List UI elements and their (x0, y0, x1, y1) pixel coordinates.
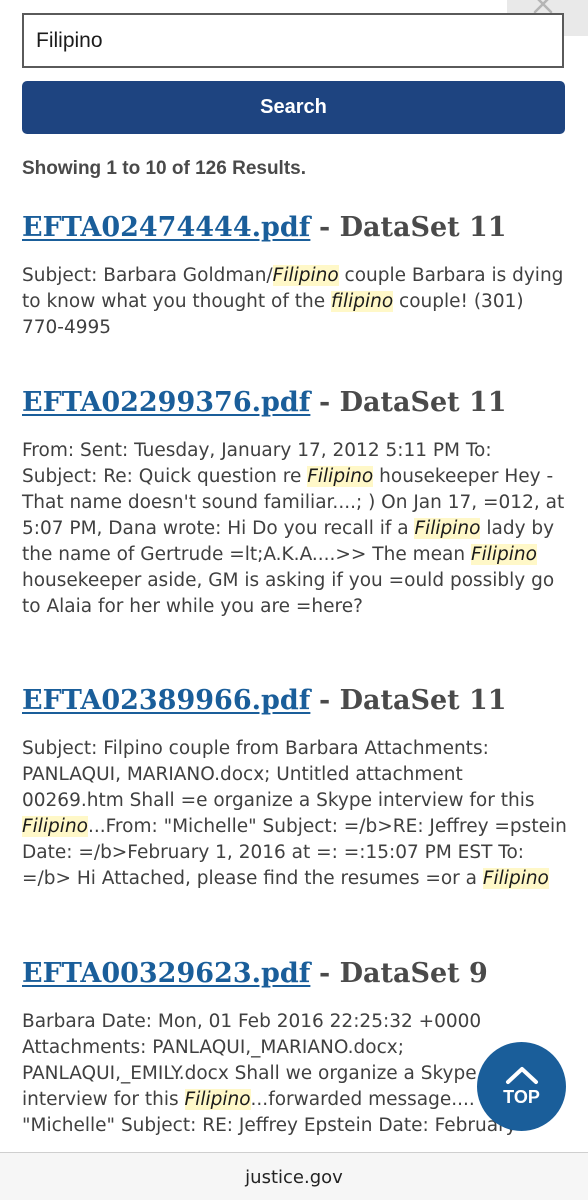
chevron-up-icon (505, 1067, 538, 1084)
result-dataset: - DataSet 9 (318, 958, 488, 989)
search-result: EFTA02389966.pdf - DataSet 11 Subject: F… (22, 684, 568, 892)
search-input[interactable]: Filipino (22, 13, 564, 68)
back-to-top-label: TOP (503, 1087, 540, 1107)
highlighted-term: Filipino (307, 466, 374, 487)
highlighted-term: Filipino (482, 868, 549, 889)
search-input-value: Filipino (36, 28, 103, 52)
results-count: Showing 1 to 10 of 126 Results. (22, 158, 307, 179)
search-button[interactable]: Search (22, 81, 565, 134)
search-result: EFTA00329623.pdf - DataSet 9 Barbara Dat… (22, 957, 568, 1152)
search-result: EFTA02299376.pdf - DataSet 11 From: Sent… (22, 386, 568, 620)
result-file-link[interactable]: EFTA02474444.pdf (22, 212, 310, 243)
highlighted-term: Filipino (414, 518, 481, 539)
highlighted-term: Filipino (272, 265, 339, 286)
snippet-text: housekeeper aside, GM is asking if you =… (22, 570, 555, 617)
highlighted-term: Filipino (22, 816, 88, 837)
highlighted-term: Filipino (184, 1089, 251, 1110)
highlighted-term: Filipino (470, 544, 537, 565)
browser-address-bar[interactable]: justice.gov (0, 1152, 588, 1200)
result-file-link[interactable]: EFTA00329623.pdf (22, 958, 310, 989)
result-title: EFTA02299376.pdf - DataSet 11 (22, 386, 568, 420)
result-file-link[interactable]: EFTA02299376.pdf (22, 387, 310, 418)
back-to-top-button[interactable]: TOP (477, 1042, 566, 1131)
result-snippet: From: Sent: Tuesday, January 17, 2012 5:… (22, 438, 568, 620)
result-file-link[interactable]: EFTA02389966.pdf (22, 685, 310, 716)
result-title: EFTA02389966.pdf - DataSet 11 (22, 684, 568, 718)
result-snippet: Subject: Barbara Goldman/Filipino couple… (22, 263, 568, 341)
highlighted-term: filipino (331, 291, 394, 312)
result-dataset: - DataSet 11 (318, 685, 507, 716)
result-title: EFTA02474444.pdf - DataSet 11 (22, 211, 568, 245)
result-title: EFTA00329623.pdf - DataSet 9 (22, 957, 568, 991)
snippet-text: Subject: Barbara Goldman/ (22, 265, 273, 286)
result-snippet: Subject: Filpino couple from Barbara Att… (22, 736, 568, 892)
search-button-label: Search (260, 96, 327, 118)
snippet-text: Subject: Filpino couple from Barbara Att… (22, 738, 535, 811)
address-domain: justice.gov (245, 1166, 343, 1188)
result-dataset: - DataSet 11 (318, 387, 507, 418)
result-dataset: - DataSet 11 (318, 212, 507, 243)
search-result: EFTA02474444.pdf - DataSet 11 Subject: B… (22, 211, 568, 341)
